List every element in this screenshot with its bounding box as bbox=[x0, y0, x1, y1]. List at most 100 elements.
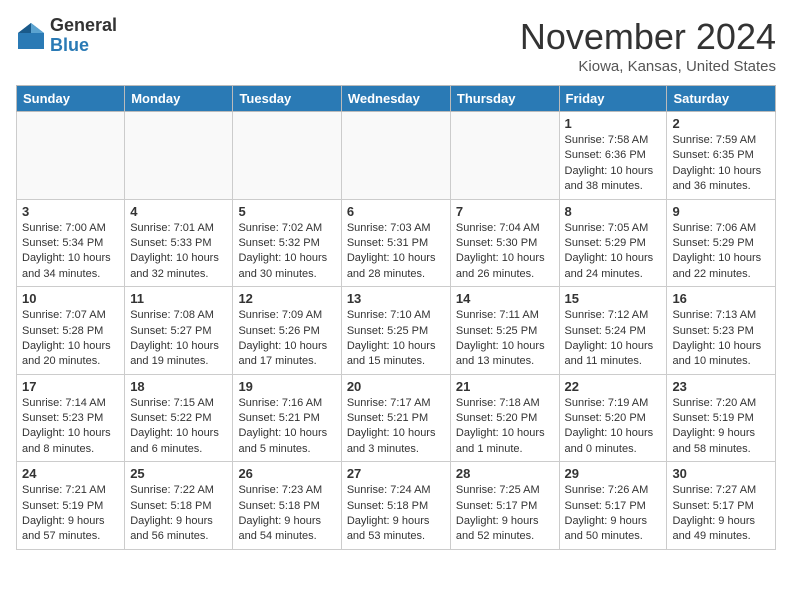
day-number: 5 bbox=[238, 204, 335, 219]
title-area: November 2024 Kiowa, Kansas, United Stat… bbox=[520, 16, 776, 75]
day-info: Sunrise: 7:58 AMSunset: 6:36 PMDaylight:… bbox=[565, 133, 662, 195]
day-number: 3 bbox=[22, 204, 119, 219]
calendar-header-sunday: Sunday bbox=[17, 86, 125, 112]
day-number: 1 bbox=[565, 116, 662, 131]
day-info: Sunrise: 7:12 AMSunset: 5:24 PMDaylight:… bbox=[565, 308, 662, 370]
day-info: Sunrise: 7:11 AMSunset: 5:25 PMDaylight:… bbox=[456, 308, 554, 370]
calendar-cell: 11 Sunrise: 7:08 AMSunset: 5:27 PMDayligh… bbox=[125, 287, 233, 375]
calendar-header-friday: Friday bbox=[559, 86, 667, 112]
location: Kiowa, Kansas, United States bbox=[520, 58, 776, 75]
day-info: Sunrise: 7:24 AMSunset: 5:18 PMDaylight:… bbox=[347, 483, 445, 545]
day-number: 14 bbox=[456, 291, 554, 306]
day-info: Sunrise: 7:59 AMSunset: 6:35 PMDaylight:… bbox=[672, 133, 770, 195]
day-number: 25 bbox=[130, 466, 227, 481]
calendar-cell bbox=[233, 112, 341, 200]
calendar-header-row: SundayMondayTuesdayWednesdayThursdayFrid… bbox=[17, 86, 776, 112]
logo-general: General bbox=[50, 16, 117, 36]
day-number: 23 bbox=[672, 379, 770, 394]
calendar-cell bbox=[450, 112, 559, 200]
calendar-cell: 25 Sunrise: 7:22 AMSunset: 5:18 PMDayligh… bbox=[125, 462, 233, 550]
day-info: Sunrise: 7:14 AMSunset: 5:23 PMDaylight:… bbox=[22, 396, 119, 458]
day-info: Sunrise: 7:25 AMSunset: 5:17 PMDaylight:… bbox=[456, 483, 554, 545]
day-number: 29 bbox=[565, 466, 662, 481]
page-header: General Blue November 2024 Kiowa, Kansas… bbox=[16, 16, 776, 75]
day-number: 26 bbox=[238, 466, 335, 481]
day-number: 9 bbox=[672, 204, 770, 219]
calendar-cell: 13 Sunrise: 7:10 AMSunset: 5:25 PMDayligh… bbox=[341, 287, 450, 375]
logo-icon bbox=[16, 21, 46, 51]
calendar-cell: 21 Sunrise: 7:18 AMSunset: 5:20 PMDayligh… bbox=[450, 374, 559, 462]
day-number: 30 bbox=[672, 466, 770, 481]
calendar-cell: 9 Sunrise: 7:06 AMSunset: 5:29 PMDaylight… bbox=[667, 199, 776, 287]
calendar-cell: 1 Sunrise: 7:58 AMSunset: 6:36 PMDaylight… bbox=[559, 112, 667, 200]
calendar-cell: 10Sunrise: 7:07 AMSunset: 5:28 PMDayligh… bbox=[17, 287, 125, 375]
calendar-week-row: 3 Sunrise: 7:00 AMSunset: 5:34 PMDaylight… bbox=[17, 199, 776, 287]
calendar-cell: 17 Sunrise: 7:14 AMSunset: 5:23 PMDayligh… bbox=[17, 374, 125, 462]
day-number: 13 bbox=[347, 291, 445, 306]
day-info: Sunrise: 7:27 AMSunset: 5:17 PMDaylight:… bbox=[672, 483, 770, 545]
calendar-header-wednesday: Wednesday bbox=[341, 86, 450, 112]
calendar-cell: 18Sunrise: 7:15 AMSunset: 5:22 PMDayligh… bbox=[125, 374, 233, 462]
day-number: 7 bbox=[456, 204, 554, 219]
day-info: Sunrise: 7:10 AMSunset: 5:25 PMDaylight:… bbox=[347, 308, 445, 370]
calendar-cell: 30 Sunrise: 7:27 AMSunset: 5:17 PMDayligh… bbox=[667, 462, 776, 550]
calendar-header-thursday: Thursday bbox=[450, 86, 559, 112]
day-number: 22 bbox=[565, 379, 662, 394]
calendar-cell: 19Sunrise: 7:16 AMSunset: 5:21 PMDayligh… bbox=[233, 374, 341, 462]
calendar-cell: 6 Sunrise: 7:03 AMSunset: 5:31 PMDaylight… bbox=[341, 199, 450, 287]
calendar-cell: 27 Sunrise: 7:24 AMSunset: 5:18 PMDayligh… bbox=[341, 462, 450, 550]
calendar-cell: 5Sunrise: 7:02 AMSunset: 5:32 PMDaylight… bbox=[233, 199, 341, 287]
logo-text: General Blue bbox=[50, 16, 117, 56]
day-number: 27 bbox=[347, 466, 445, 481]
day-info: Sunrise: 7:03 AMSunset: 5:31 PMDaylight:… bbox=[347, 221, 445, 283]
calendar-cell: 29Sunrise: 7:26 AMSunset: 5:17 PMDayligh… bbox=[559, 462, 667, 550]
day-number: 8 bbox=[565, 204, 662, 219]
calendar-cell: 2 Sunrise: 7:59 AMSunset: 6:35 PMDaylight… bbox=[667, 112, 776, 200]
calendar-cell: 14 Sunrise: 7:11 AMSunset: 5:25 PMDayligh… bbox=[450, 287, 559, 375]
day-info: Sunrise: 7:08 AMSunset: 5:27 PMDaylight:… bbox=[130, 308, 227, 370]
day-info: Sunrise: 7:01 AMSunset: 5:33 PMDaylight:… bbox=[130, 221, 227, 283]
calendar-header-monday: Monday bbox=[125, 86, 233, 112]
calendar-cell: 8Sunrise: 7:05 AMSunset: 5:29 PMDaylight… bbox=[559, 199, 667, 287]
day-info: Sunrise: 7:21 AMSunset: 5:19 PMDaylight:… bbox=[22, 483, 119, 545]
day-info: Sunrise: 7:19 AMSunset: 5:20 PMDaylight:… bbox=[565, 396, 662, 458]
day-number: 10 bbox=[22, 291, 119, 306]
calendar-cell: 20Sunrise: 7:17 AMSunset: 5:21 PMDayligh… bbox=[341, 374, 450, 462]
day-info: Sunrise: 7:15 AMSunset: 5:22 PMDaylight:… bbox=[130, 396, 227, 458]
day-number: 17 bbox=[22, 379, 119, 394]
calendar-week-row: 1 Sunrise: 7:58 AMSunset: 6:36 PMDaylight… bbox=[17, 112, 776, 200]
day-info: Sunrise: 7:00 AMSunset: 5:34 PMDaylight:… bbox=[22, 221, 119, 283]
calendar-week-row: 24 Sunrise: 7:21 AMSunset: 5:19 PMDayligh… bbox=[17, 462, 776, 550]
day-info: Sunrise: 7:18 AMSunset: 5:20 PMDaylight:… bbox=[456, 396, 554, 458]
day-number: 24 bbox=[22, 466, 119, 481]
calendar-week-row: 17 Sunrise: 7:14 AMSunset: 5:23 PMDayligh… bbox=[17, 374, 776, 462]
calendar-cell bbox=[17, 112, 125, 200]
calendar-week-row: 10Sunrise: 7:07 AMSunset: 5:28 PMDayligh… bbox=[17, 287, 776, 375]
calendar-cell: 7Sunrise: 7:04 AMSunset: 5:30 PMDaylight… bbox=[450, 199, 559, 287]
day-info: Sunrise: 7:22 AMSunset: 5:18 PMDaylight:… bbox=[130, 483, 227, 545]
day-info: Sunrise: 7:23 AMSunset: 5:18 PMDaylight:… bbox=[238, 483, 335, 545]
day-number: 15 bbox=[565, 291, 662, 306]
calendar-cell bbox=[341, 112, 450, 200]
calendar-table: SundayMondayTuesdayWednesdayThursdayFrid… bbox=[16, 85, 776, 550]
day-number: 2 bbox=[672, 116, 770, 131]
month-title: November 2024 bbox=[520, 16, 776, 58]
calendar-cell: 22 Sunrise: 7:19 AMSunset: 5:20 PMDayligh… bbox=[559, 374, 667, 462]
day-number: 21 bbox=[456, 379, 554, 394]
logo: General Blue bbox=[16, 16, 117, 56]
day-info: Sunrise: 7:06 AMSunset: 5:29 PMDaylight:… bbox=[672, 221, 770, 283]
day-number: 4 bbox=[130, 204, 227, 219]
day-info: Sunrise: 7:09 AMSunset: 5:26 PMDaylight:… bbox=[238, 308, 335, 370]
calendar-cell bbox=[125, 112, 233, 200]
day-number: 6 bbox=[347, 204, 445, 219]
calendar-cell: 23Sunrise: 7:20 AMSunset: 5:19 PMDayligh… bbox=[667, 374, 776, 462]
day-number: 11 bbox=[130, 291, 227, 306]
calendar-cell: 15 Sunrise: 7:12 AMSunset: 5:24 PMDayligh… bbox=[559, 287, 667, 375]
day-info: Sunrise: 7:16 AMSunset: 5:21 PMDaylight:… bbox=[238, 396, 335, 458]
calendar-cell: 3 Sunrise: 7:00 AMSunset: 5:34 PMDaylight… bbox=[17, 199, 125, 287]
calendar-cell: 24 Sunrise: 7:21 AMSunset: 5:19 PMDayligh… bbox=[17, 462, 125, 550]
day-info: Sunrise: 7:13 AMSunset: 5:23 PMDaylight:… bbox=[672, 308, 770, 370]
day-number: 16 bbox=[672, 291, 770, 306]
logo-blue: Blue bbox=[50, 36, 117, 56]
day-info: Sunrise: 7:17 AMSunset: 5:21 PMDaylight:… bbox=[347, 396, 445, 458]
